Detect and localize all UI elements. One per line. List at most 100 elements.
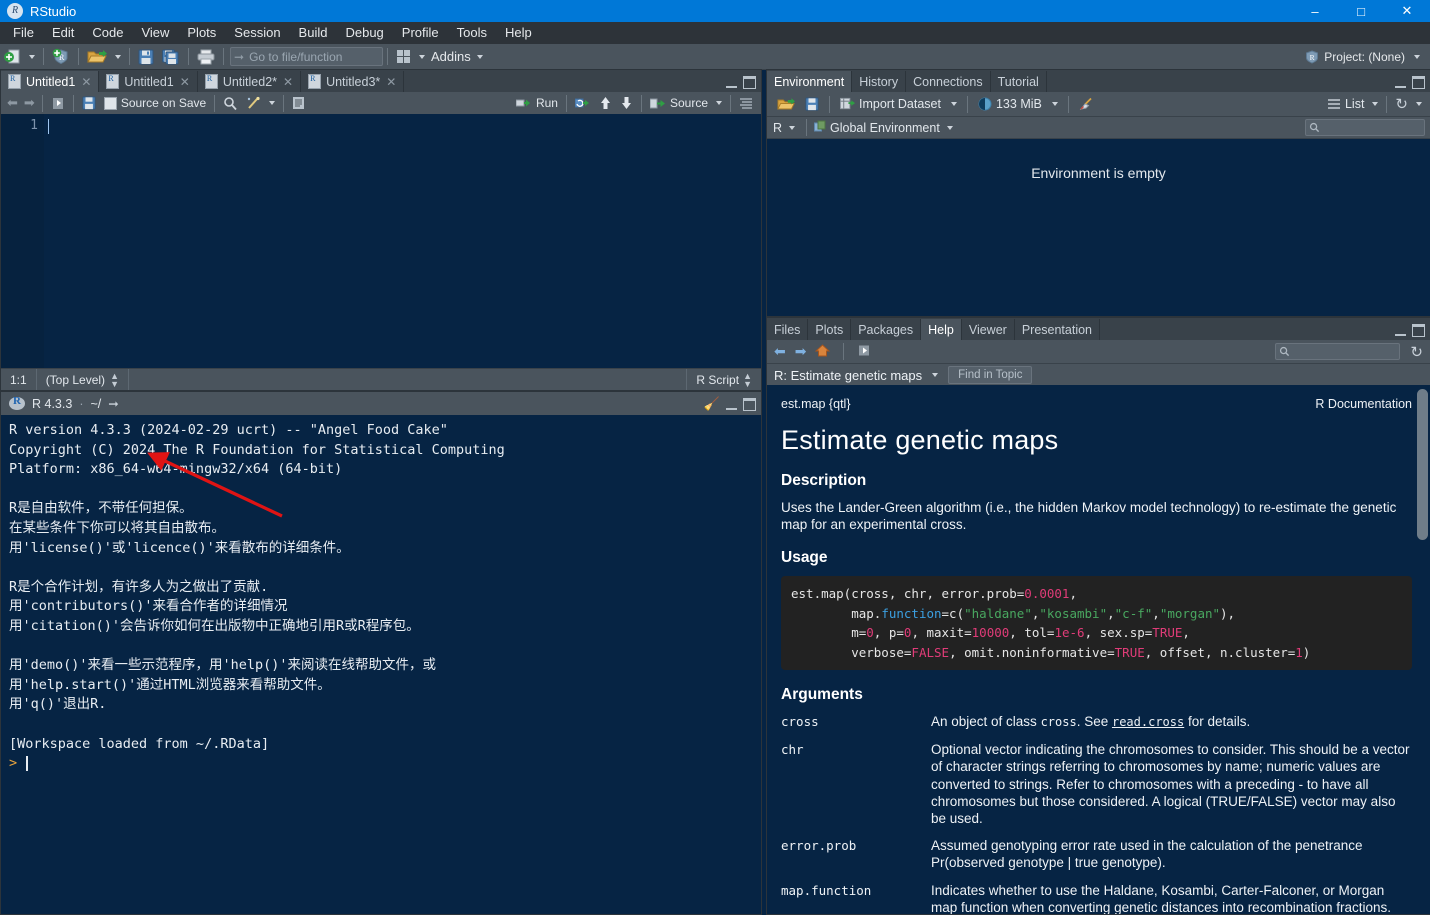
window-maximize-button[interactable]: □ [1338,0,1384,22]
environment-scope-label[interactable]: Global Environment [830,121,940,135]
language-caret[interactable] [789,125,796,130]
editor-text-surface[interactable] [44,114,761,368]
tab-files[interactable]: Files [767,319,809,340]
editor-code-area[interactable]: 1 [1,114,761,368]
console-prompt-line[interactable]: > [9,754,761,774]
workspace-panes-button[interactable] [393,46,414,67]
find-replace-button[interactable] [220,93,241,114]
tab-tutorial[interactable]: Tutorial [990,71,1047,92]
menu-plots[interactable]: Plots [178,23,225,43]
clear-console-icon[interactable]: 🧹 [704,396,720,412]
source-dropdown-caret[interactable] [716,101,722,105]
editor-tab-untitled3[interactable]: Untitled3* ✕ [301,71,405,92]
menu-view[interactable]: View [132,23,178,43]
help-topic-selector[interactable]: R: Estimate genetic maps [774,368,922,383]
back-arrow-icon[interactable]: ⬅ [4,95,21,111]
console-working-directory[interactable]: ~/ [90,397,101,411]
minimize-pane-icon[interactable] [1395,77,1406,88]
compile-report-button[interactable] [289,93,308,114]
menu-session[interactable]: Session [225,23,289,43]
help-search-input[interactable] [1275,343,1400,360]
refresh-environment-button[interactable]: ↻ [1392,94,1411,115]
save-file-button[interactable] [79,93,99,114]
run-button[interactable]: Run [513,93,561,114]
refresh-caret[interactable] [1416,102,1422,106]
editor-tab-untitled2[interactable]: Untitled2* ✕ [197,71,302,92]
open-file-dropdown-caret[interactable] [115,54,121,59]
code-tools-caret[interactable] [269,101,276,105]
source-on-save-checkbox[interactable]: Source on Save [101,93,209,114]
maximize-pane-icon[interactable] [743,76,756,89]
close-icon[interactable]: ✕ [180,75,190,89]
new-project-button[interactable]: R [49,46,73,67]
previous-chunk-button[interactable] [596,93,615,114]
save-button[interactable] [135,46,157,67]
menu-edit[interactable]: Edit [43,23,83,43]
tab-packages[interactable]: Packages [851,319,922,340]
menu-profile[interactable]: Profile [393,23,448,43]
minimize-pane-icon[interactable] [726,399,737,410]
rerun-button[interactable] [572,93,594,114]
tab-viewer[interactable]: Viewer [961,319,1015,340]
addins-dropdown-caret[interactable] [476,54,483,59]
scope-caret[interactable] [946,125,953,130]
menu-tools[interactable]: Tools [448,23,496,43]
menu-debug[interactable]: Debug [336,23,392,43]
tab-help[interactable]: Help [921,319,962,340]
new-file-button[interactable] [1,46,24,67]
tab-history[interactable]: History [852,71,907,92]
close-icon[interactable]: ✕ [283,75,293,89]
help-forward-icon[interactable]: ➡ [795,343,807,360]
window-minimize-button[interactable]: – [1292,0,1338,22]
find-in-topic-input[interactable]: Find in Topic [948,366,1033,384]
project-dropdown-caret[interactable] [1414,54,1420,59]
read-cross-link[interactable]: read.cross [1112,715,1184,729]
maximize-pane-icon[interactable] [743,397,756,411]
tab-environment[interactable]: Environment [767,71,853,92]
tab-plots[interactable]: Plots [808,319,852,340]
save-workspace-button[interactable] [802,94,822,115]
help-back-icon[interactable]: ⬅ [774,343,786,360]
maximize-pane-icon[interactable] [1412,76,1425,89]
menu-build[interactable]: Build [290,23,337,43]
editor-tab-untitled1-2[interactable]: Untitled1 ✕ [99,71,198,92]
open-directory-icon[interactable]: ➞ [108,396,118,411]
document-outline-button[interactable] [736,93,756,114]
window-close-button[interactable]: ✕ [1384,0,1430,22]
clear-environment-button[interactable] [1076,94,1097,115]
close-icon[interactable]: ✕ [386,75,396,89]
minimize-pane-icon[interactable] [1395,325,1406,336]
import-dataset-caret[interactable] [950,102,957,106]
file-type-selector[interactable]: R Script ▲ ▼ [686,369,761,390]
code-tools-button[interactable] [243,93,264,114]
help-topic-caret[interactable] [932,373,939,377]
menu-help[interactable]: Help [496,23,541,43]
panes-dropdown-caret[interactable] [419,54,425,59]
maximize-pane-icon[interactable] [1412,324,1425,337]
save-all-button[interactable] [159,46,183,67]
show-in-new-window-button[interactable] [48,93,68,114]
project-indicator[interactable]: R Project: (None) [1305,50,1424,64]
next-chunk-button[interactable] [617,93,636,114]
editor-tab-untitled1[interactable]: Untitled1 ✕ [1,71,100,92]
help-popout-icon[interactable] [857,344,871,360]
close-icon[interactable]: ✕ [81,75,91,89]
forward-arrow-icon[interactable]: ➡ [21,95,38,111]
environment-search-input[interactable] [1305,119,1425,136]
menu-code[interactable]: Code [83,23,132,43]
help-home-icon[interactable] [815,343,831,360]
menu-file[interactable]: File [4,23,43,43]
goto-file-function-input[interactable]: ➞ Go to file/function [230,47,383,66]
new-file-dropdown-caret[interactable] [29,54,35,59]
code-scope-selector[interactable]: (Top Level) ▲ ▼ [37,369,129,390]
environment-view-mode-button[interactable]: List [1324,94,1367,115]
minimize-pane-icon[interactable] [726,77,737,88]
view-mode-caret[interactable] [1372,102,1379,106]
console-output[interactable]: R version 4.3.3 (2024-02-29 ucrt) -- "An… [1,415,761,914]
help-scrollbar-thumb[interactable] [1417,389,1428,540]
load-workspace-button[interactable] [774,94,798,115]
environment-language[interactable]: R [773,121,782,135]
import-dataset-button[interactable]: Import Dataset [837,94,944,115]
source-button[interactable]: Source [647,93,711,114]
tab-presentation[interactable]: Presentation [1014,319,1100,340]
